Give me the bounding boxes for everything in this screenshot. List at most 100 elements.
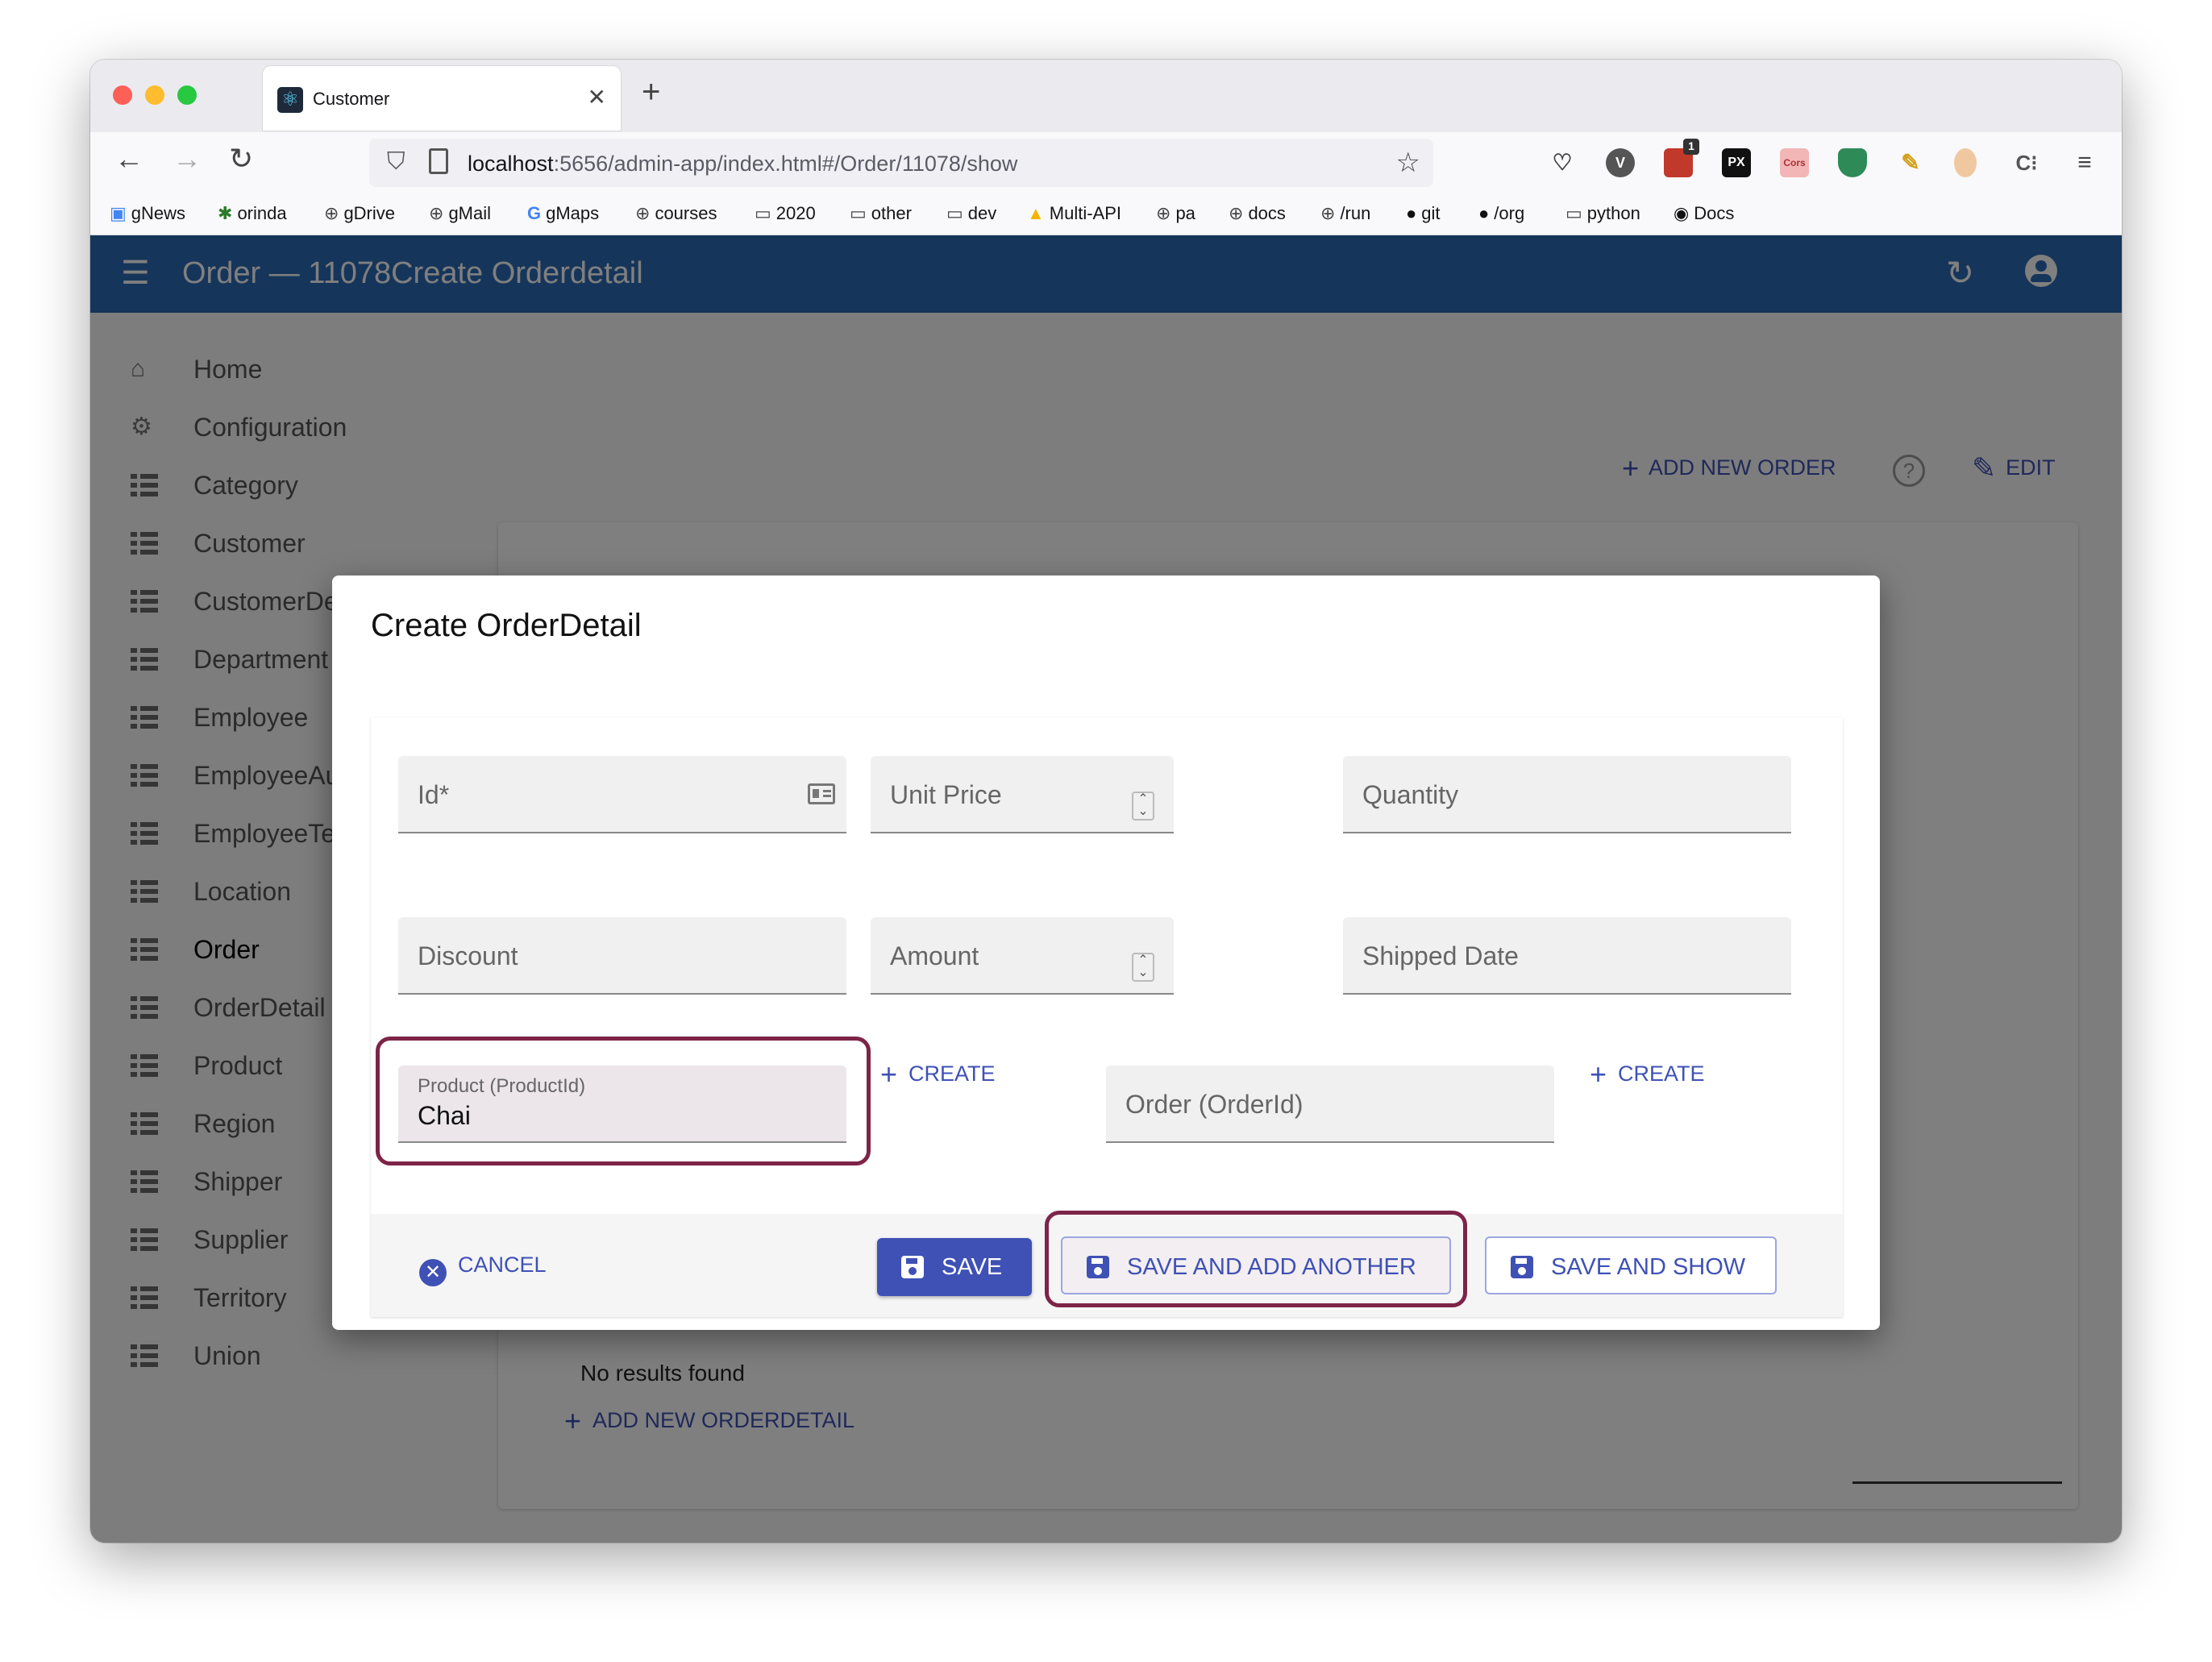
browser-window: ⚛ Customer ✕ + ← → ↻ ⛉ localhost:5656/ad… (90, 60, 2122, 1543)
folder-icon: ▭ (755, 203, 771, 223)
shield-icon[interactable]: ⛉ (387, 148, 405, 176)
title-bar: ⚛ Customer ✕ + (90, 60, 2122, 132)
button-label: CREATE (908, 1062, 996, 1086)
url-text[interactable]: localhost:5656/admin-app/index.html#/Ord… (468, 152, 1017, 177)
discount-field[interactable]: Discount (398, 917, 846, 995)
bookmark-label: orinda (237, 203, 287, 223)
bookmark-label: /org (1494, 203, 1525, 223)
close-tab-icon[interactable]: ✕ (588, 84, 606, 110)
px-icon[interactable]: PX (1722, 148, 1751, 177)
button-label: SAVE (942, 1254, 1003, 1280)
unit-price-field[interactable]: Unit Price ⌃ ⌄ (871, 756, 1174, 833)
field-label: Discount (418, 941, 518, 970)
bookmark-label: gNews (131, 203, 186, 223)
bookmark-2020[interactable]: ▭ 2020 (755, 203, 816, 224)
field-label: Order (OrderId) (1125, 1090, 1304, 1119)
folder-icon: ▭ (946, 203, 963, 223)
bookmark-dev[interactable]: ▭ dev (946, 203, 996, 224)
save-and-show-button[interactable]: SAVE AND SHOW (1485, 1236, 1777, 1294)
drive-icon: ▲ (1027, 203, 1045, 223)
quantity-field[interactable]: Quantity (1343, 756, 1791, 833)
button-label: SAVE AND ADD ANOTHER (1127, 1254, 1416, 1280)
field-label: Amount (890, 941, 979, 970)
bookmark-run[interactable]: ⊕/run (1320, 203, 1370, 224)
bookmark-docs-2[interactable]: ◉ Docs (1674, 203, 1734, 224)
bookmark-git[interactable]: ● git (1406, 203, 1441, 224)
minimize-window-button[interactable] (145, 85, 164, 105)
bookmark-label: /run (1340, 203, 1371, 223)
bookmark-pa[interactable]: ⊕ pa (1156, 203, 1195, 224)
gnews-icon: ▣ (110, 203, 127, 223)
leaf-icon: ✱ (218, 203, 233, 223)
navigation-bar: ← → ↻ ⛉ localhost:5656/admin-app/index.h… (90, 132, 2122, 193)
save-button[interactable]: SAVE (877, 1238, 1032, 1296)
bookmark-label: git (1421, 203, 1441, 223)
create-order-button[interactable]: + CREATE (1590, 1057, 1705, 1091)
field-label: Quantity (1362, 780, 1459, 809)
pocket-icon[interactable]: ♡ (1548, 148, 1577, 177)
bookmark-gnews[interactable]: ▣ gNews (110, 203, 185, 224)
id-card-icon (808, 783, 835, 804)
bookmark-multi-api[interactable]: ▲ Multi-API (1027, 203, 1121, 224)
page-icon (429, 148, 448, 174)
shipped-date-field[interactable]: Shipped Date (1343, 917, 1791, 995)
reload-icon[interactable]: ↻ (229, 142, 253, 176)
dialog-title: Create OrderDetail (371, 608, 642, 643)
rust-icon[interactable] (1954, 148, 1977, 177)
order-field[interactable]: Order (OrderId) (1106, 1066, 1554, 1143)
url-bar[interactable]: ⛉ localhost:5656/admin-app/index.html#/O… (369, 139, 1433, 187)
number-stepper-icon[interactable]: ⌃ ⌄ (1132, 953, 1154, 982)
zoom-window-button[interactable] (177, 85, 197, 105)
amount-field[interactable]: Amount ⌃ ⌄ (871, 917, 1174, 995)
cors-icon[interactable]: Cors (1780, 148, 1809, 177)
shield-green-icon[interactable] (1838, 148, 1867, 177)
field-label: Shipped Date (1362, 941, 1519, 970)
back-icon[interactable]: ← (114, 142, 143, 176)
create-product-button[interactable]: + CREATE (880, 1057, 996, 1091)
vivaldi-icon[interactable]: V (1606, 148, 1635, 177)
folder-icon: ▭ (850, 203, 867, 223)
bookmark-label: other (871, 203, 912, 223)
browser-tab[interactable]: ⚛ Customer ✕ (263, 66, 621, 131)
bookmark-gmail[interactable]: ⊕ gMail (429, 203, 491, 224)
docs-icon: ◉ (1674, 203, 1690, 223)
bookmark-org[interactable]: ●/org (1478, 203, 1524, 224)
url-path: :5656/admin-app/index.html#/Order/11078/… (553, 152, 1018, 176)
github-icon: ● (1406, 203, 1417, 223)
product-field[interactable]: Product (ProductId) Chai (398, 1066, 846, 1143)
bookmark-gdrive[interactable]: ⊕ gDrive (324, 203, 395, 224)
bookmark-courses[interactable]: ⊕ courses (635, 203, 717, 224)
star-icon[interactable]: ☆ (1396, 147, 1420, 179)
menu-icon[interactable]: ≡ (2070, 148, 2099, 177)
cancel-button[interactable]: ✕ CANCEL (419, 1253, 547, 1286)
bookmark-orinda[interactable]: ✱ orinda (218, 203, 287, 224)
save-and-add-another-button[interactable]: SAVE AND ADD ANOTHER (1061, 1236, 1451, 1294)
forward-icon[interactable]: → (173, 142, 202, 176)
save-icon (1511, 1256, 1533, 1278)
field-value: Chai (418, 1101, 471, 1130)
bookmark-gmaps[interactable]: GgMaps (527, 203, 599, 224)
extension-red-icon[interactable]: 1 (1664, 139, 1699, 177)
code-icon[interactable]: C⁝ (2012, 148, 2041, 177)
globe-icon: ⊕ (1229, 203, 1244, 223)
react-icon: ⚛ (277, 87, 303, 113)
google-icon: G (527, 203, 542, 223)
bookmark-label: gDrive (343, 203, 396, 223)
button-label: SAVE AND SHOW (1551, 1254, 1746, 1280)
extension-badge: 1 (1683, 139, 1699, 155)
new-tab-icon[interactable]: + (642, 74, 660, 110)
brush-icon[interactable]: ✎ (1896, 148, 1925, 177)
bookmark-label: gMaps (546, 203, 600, 223)
field-label: Product (ProductId) (418, 1075, 586, 1097)
close-window-button[interactable] (113, 85, 132, 105)
globe-icon: ⊕ (1320, 203, 1336, 223)
bookmark-docs[interactable]: ⊕ docs (1229, 203, 1286, 224)
bookmark-label: python (1586, 203, 1640, 223)
cancel-circle-icon: ✕ (419, 1259, 447, 1286)
id-field[interactable]: Id* (398, 756, 846, 833)
bookmark-other[interactable]: ▭ other (850, 203, 912, 224)
bookmark-python[interactable]: ▭ python (1565, 203, 1640, 224)
button-label: CREATE (1618, 1062, 1705, 1086)
number-stepper-icon[interactable]: ⌃ ⌄ (1132, 792, 1154, 821)
bookmark-label: docs (1248, 203, 1286, 223)
